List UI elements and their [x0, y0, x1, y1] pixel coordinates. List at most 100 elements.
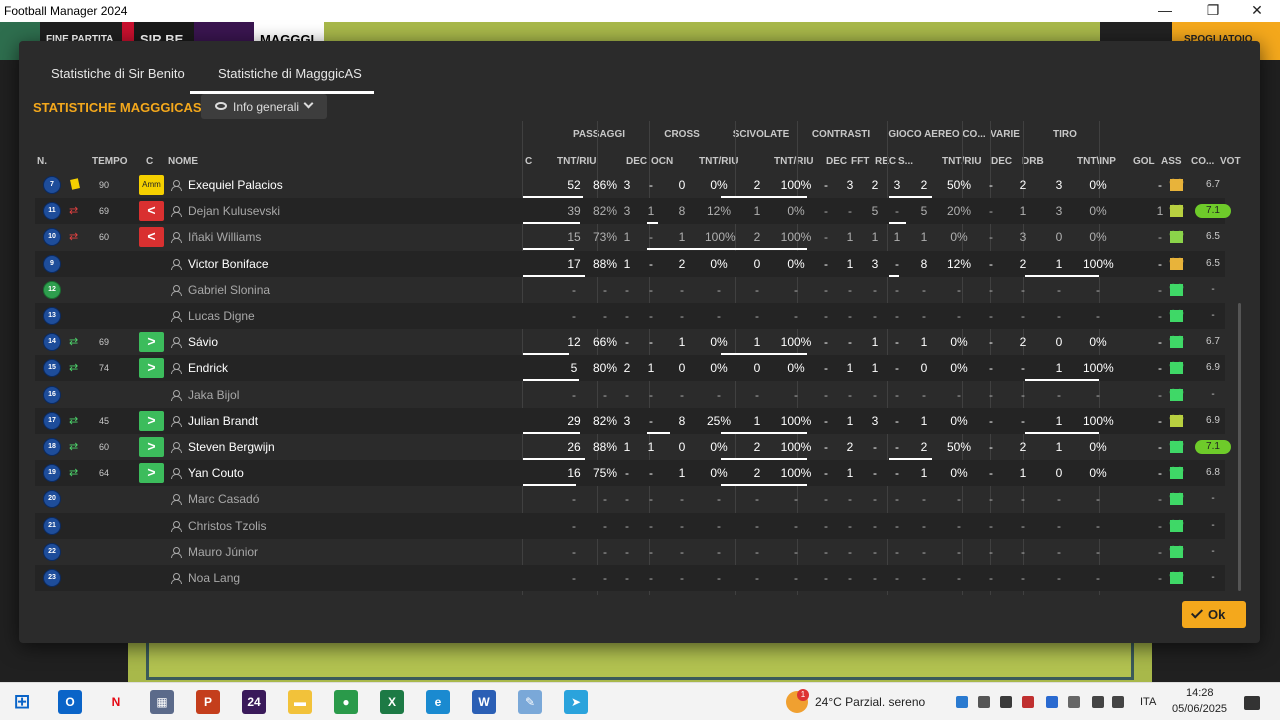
tray-steam-icon[interactable] — [1000, 696, 1012, 708]
column-header[interactable]: N. — [37, 156, 47, 167]
table-row[interactable]: 15 ⇄ 74 > Endrick 5 80% 2 1 0 0% 0 0% -1 1-0 0% - -1 100% -… — [35, 355, 1225, 382]
windows-start-icon[interactable]: ⊞ — [10, 690, 34, 714]
table-row[interactable]: 22 Mauro Júnior - - - - - - - - - - - - - - - - - - - - — [35, 539, 1225, 565]
player-name[interactable]: Christos Tzolis — [188, 519, 266, 533]
tray-antivirus-icon[interactable] — [1022, 696, 1034, 708]
column-header[interactable]: ASS — [1161, 156, 1182, 167]
table-row[interactable]: 10 ⇄ 60 < Iñaki Williams 15 73% 1-1 100% 2 100% -1 1… — [35, 224, 1225, 251]
column-header[interactable]: DEC — [991, 156, 1012, 167]
view-dropdown[interactable]: Info generali — [201, 94, 327, 119]
table-row[interactable]: 19 ⇄ 64 > Yan Couto 16 75% - -1 0% 2 100% -1- -1 0% -1 0… — [35, 460, 1225, 487]
minimize-button[interactable]: — — [1142, 0, 1188, 22]
condition-indicator[interactable]: Amm — [139, 175, 164, 195]
player-name[interactable]: Lucas Digne — [188, 309, 255, 323]
column-header[interactable]: DEC — [626, 156, 647, 167]
player-name[interactable]: Victor Boniface — [188, 257, 269, 271]
player-name[interactable]: Julian Brandt — [188, 414, 258, 428]
table-row[interactable]: 16 Jaka Bijol - - - - - - - - - - - - - - - - - - - - — [35, 382, 1225, 408]
column-header[interactable]: TNT/RIU — [699, 156, 738, 167]
ok-button[interactable]: Ok — [1182, 601, 1246, 628]
bluetooth-icon[interactable] — [1046, 696, 1058, 708]
table-row[interactable]: 14 ⇄ 69 > Sávio 12 66% - -1 0% 1 100% - -1-1 0% -2 0 0% -6… — [35, 329, 1225, 356]
column-header[interactable]: TEMPO — [92, 156, 128, 167]
player-name[interactable]: Gabriel Slonina — [188, 283, 270, 297]
powerpoint-icon[interactable]: P — [196, 690, 220, 714]
volume-icon[interactable] — [1112, 696, 1124, 708]
column-header[interactable]: NOME — [168, 156, 198, 167]
outlook-icon[interactable]: O — [58, 690, 82, 714]
tab-away-stats[interactable]: Statistiche di MagggicAS — [218, 66, 362, 81]
calculator-icon[interactable]: ▦ — [150, 690, 174, 714]
scrollbar[interactable] — [1238, 303, 1241, 591]
condition-indicator[interactable]: > — [139, 332, 164, 353]
weather-text[interactable]: 24°C Parzial. sereno — [815, 695, 925, 709]
tray-cloud-icon[interactable] — [1068, 696, 1080, 708]
weather-icon[interactable]: 1 — [786, 689, 809, 713]
condition-indicator[interactable]: > — [139, 358, 164, 379]
column-header[interactable]: DRB — [1022, 156, 1044, 167]
telegram-icon[interactable]: ➤ — [564, 690, 588, 714]
tray-app-icon[interactable] — [956, 696, 968, 708]
player-name[interactable]: Dejan Kulusevski — [188, 204, 280, 218]
player-name[interactable]: Iñaki Williams — [188, 230, 261, 244]
stat-cr-t: 1 — [678, 466, 686, 481]
column-header[interactable]: GOL — [1133, 156, 1155, 167]
column-header[interactable]: OCN — [651, 156, 673, 167]
stat-cr-t: 2 — [678, 256, 686, 271]
tray-usb-icon[interactable] — [978, 696, 990, 708]
column-header[interactable]: C — [146, 156, 153, 167]
maximize-button[interactable]: ❐ — [1190, 0, 1236, 22]
player-name[interactable]: Yan Couto — [188, 466, 244, 480]
close-button[interactable]: ✕ — [1234, 0, 1280, 22]
paint-icon[interactable]: ✎ — [518, 690, 542, 714]
stat-co: - — [989, 413, 993, 428]
column-header[interactable]: C — [525, 156, 532, 167]
tab-home-stats[interactable]: Statistiche di Sir Benito — [51, 66, 185, 81]
player-rating: 6.8 — [1206, 467, 1220, 479]
player-name[interactable]: Sávio — [188, 335, 218, 349]
column-header[interactable]: REC — [875, 156, 896, 167]
condition-indicator[interactable]: > — [139, 463, 164, 484]
table-row[interactable]: 13 Lucas Digne - - - - - - - - - - - - - - - - - - - - — [35, 303, 1225, 329]
column-header[interactable]: S... — [898, 156, 913, 167]
column-header[interactable]: TNT/RIU — [557, 156, 596, 167]
clock-date[interactable]: 05/06/2025 — [1172, 703, 1227, 715]
condition-indicator[interactable]: > — [139, 437, 164, 457]
chrome-icon[interactable]: ● — [334, 690, 358, 714]
table-row[interactable]: 7 90 Amm Exequiel Palacios 52 86% 3-0 0% 2 100% -3… — [35, 172, 1225, 198]
table-row[interactable]: 18 ⇄ 60 > Steven Bergwijn 26 88% 1 1 0 0% 2 100% -2- -… — [35, 434, 1231, 460]
netflix-icon[interactable]: N — [104, 690, 128, 714]
file-explorer-icon[interactable]: ▬ — [288, 690, 312, 714]
table-row[interactable]: 23 Noa Lang - - - - - - - - - - - - - - - - - - - - — [35, 565, 1225, 591]
column-header[interactable]: CO... — [1191, 156, 1214, 167]
clock-time[interactable]: 14:28 — [1186, 687, 1214, 699]
notifications-icon[interactable] — [1244, 696, 1260, 710]
column-header[interactable]: TNT/RIU — [774, 156, 813, 167]
condition-indicator[interactable]: < — [139, 201, 164, 222]
condition-indicator[interactable]: < — [139, 227, 164, 248]
football-manager-icon[interactable]: 24 — [242, 690, 266, 714]
player-name[interactable]: Jaka Bijol — [188, 388, 239, 402]
column-header[interactable]: FFT — [851, 156, 869, 167]
table-row[interactable]: 11 ⇄ 69 < Dejan Kulusevski 39 82% 3 1 8 12% 1 0% - -5-… — [35, 198, 1231, 225]
condition-indicator[interactable]: > — [139, 410, 164, 431]
player-name[interactable]: Mauro Júnior — [188, 545, 258, 559]
wifi-icon[interactable] — [1092, 696, 1104, 708]
excel-icon[interactable]: X — [380, 690, 404, 714]
edge-icon[interactable]: e — [426, 690, 450, 714]
table-row[interactable]: 12 Gabriel Slonina - - - - - - - - - - - - - - - - - - - - — [35, 277, 1225, 303]
table-row[interactable]: 17 ⇄ 45 > Julian Brandt 29 82% 3-8 25% 1 100% -1 3-1… — [35, 407, 1225, 434]
player-name[interactable]: Exequiel Palacios — [188, 178, 283, 192]
language-indicator[interactable]: ITA — [1140, 696, 1156, 708]
word-icon[interactable]: W — [472, 690, 496, 714]
player-name[interactable]: Noa Lang — [188, 571, 240, 585]
column-header[interactable]: DEC — [826, 156, 847, 167]
table-row[interactable]: 21 Christos Tzolis - - - - - - - - - - - - - - - - - - - - — [35, 512, 1225, 539]
column-header[interactable]: TNT\INP — [1077, 156, 1116, 167]
table-row[interactable]: 9 Victor Boniface 17 88% 1 - 2 0% 0 0% - 1 3 - 8 12% - 2 1… — [35, 250, 1225, 277]
player-name[interactable]: Steven Bergwijn — [188, 440, 275, 454]
column-header[interactable]: VOT — [1220, 156, 1241, 167]
table-row[interactable]: 20 Marc Casadó - - - - - - - - - - - - - - - - - - - - — [35, 486, 1225, 512]
player-name[interactable]: Marc Casadó — [188, 492, 259, 506]
player-name[interactable]: Endrick — [188, 361, 228, 375]
